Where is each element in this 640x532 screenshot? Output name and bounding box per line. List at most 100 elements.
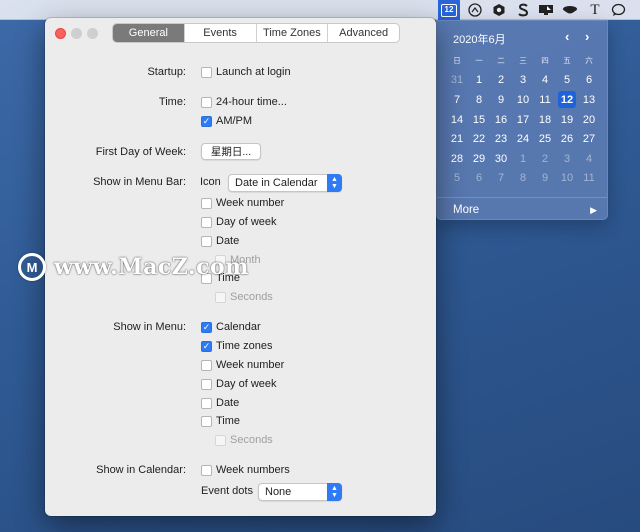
calendar-day[interactable]: 3 — [512, 71, 534, 91]
checkbox-box[interactable] — [201, 216, 212, 228]
event-dots-select[interactable]: None ▲ ▼ — [258, 483, 342, 501]
calendar-day[interactable]: 27 — [578, 129, 600, 149]
menubar-calendar-icon[interactable]: 12 — [438, 0, 460, 20]
calendar-day[interactable]: 15 — [468, 110, 490, 130]
calendar-day[interactable]: 14 — [446, 110, 468, 130]
checkbox-box[interactable] — [201, 415, 212, 427]
calendar-day[interactable]: 8 — [512, 169, 534, 189]
calendar-day[interactable]: 29 — [468, 149, 490, 169]
icon-style-select[interactable]: Date in Calendar ▲ ▼ — [228, 174, 342, 192]
calendar-day[interactable]: 25 — [534, 129, 556, 149]
checkbox-box[interactable] — [201, 321, 212, 333]
calendar-day[interactable]: 30 — [490, 149, 512, 169]
calendar-day[interactable]: 1 — [468, 71, 490, 91]
checkbox-label: Date — [216, 235, 240, 247]
calendar-day[interactable]: 3 — [556, 149, 578, 169]
tab-advanced[interactable]: Advanced — [328, 24, 399, 42]
calendar-day[interactable]: 2 — [490, 71, 512, 91]
prev-month-button[interactable]: ‹ — [565, 29, 569, 44]
more-menu-item[interactable]: More — [453, 204, 479, 216]
calendar-dropdown: 2020年6月 ‹ › 日一二三四五六 31 1 2 3 4 5 6 7 8 9 10 11 12 13 14… — [436, 20, 608, 220]
zoom-button[interactable] — [87, 28, 98, 39]
calendar-day[interactable]: 26 — [556, 129, 578, 149]
checkbox-box[interactable] — [201, 235, 212, 247]
checkbox-box[interactable] — [201, 397, 212, 409]
show-in-calendar-label: Show in Calendar: — [96, 464, 186, 476]
first-day-of-week-button[interactable]: 星期日... — [201, 143, 261, 160]
calendar-day[interactable]: 28 — [446, 149, 468, 169]
s-app-icon[interactable] — [514, 2, 532, 18]
calendar-day[interactable]: 9 — [534, 169, 556, 189]
calendar-day[interactable]: 17 — [512, 110, 534, 130]
day-number: 7 — [497, 172, 505, 185]
calendar-day[interactable]: 7 — [490, 169, 512, 189]
day-number: 17 — [516, 113, 530, 126]
calendar-day[interactable]: 1 — [512, 149, 534, 169]
checkbox-box[interactable] — [201, 66, 212, 78]
tab-general[interactable]: General — [113, 24, 185, 42]
checkbox-box[interactable] — [201, 96, 212, 108]
checkbox-box[interactable] — [201, 359, 212, 371]
cup-icon[interactable] — [561, 2, 579, 18]
calendar-day[interactable]: 18 — [534, 110, 556, 130]
calendar-day[interactable]: 9 — [490, 90, 512, 110]
checkbox-box[interactable] — [201, 197, 212, 209]
calendar-day[interactable]: 22 — [468, 129, 490, 149]
calendar-day[interactable]: 11 — [534, 90, 556, 110]
calendar-day[interactable]: 10 — [556, 169, 578, 189]
text-icon[interactable]: T — [586, 2, 604, 18]
menu-calendar-checkbox[interactable]: Calendar — [201, 321, 261, 333]
event-dots-label: Event dots — [201, 485, 253, 497]
calendar-day[interactable]: 23 — [490, 129, 512, 149]
calendar-day[interactable]: 19 — [556, 110, 578, 130]
calendar-day[interactable]: 31 — [446, 71, 468, 91]
chat-bubble-icon[interactable] — [609, 2, 627, 18]
menu-time-checkbox[interactable]: Time — [201, 415, 240, 427]
calendar-day-today[interactable]: 12 — [556, 90, 578, 110]
calendar-day[interactable]: 10 — [512, 90, 534, 110]
checkbox-box[interactable] — [201, 378, 212, 390]
calendar-day[interactable]: 5 — [446, 169, 468, 189]
menubar-week-number-checkbox[interactable]: Week number — [201, 197, 284, 209]
calendar-day[interactable]: 20 — [578, 110, 600, 130]
launch-at-login-checkbox[interactable]: Launch at login — [201, 66, 291, 78]
menu-time-zones-checkbox[interactable]: Time zones — [201, 340, 272, 352]
calendar-day[interactable]: 6 — [578, 71, 600, 91]
day-number: 20 — [582, 113, 596, 126]
display-icon[interactable] — [537, 2, 555, 18]
ampm-checkbox[interactable]: AM/PM — [201, 115, 252, 127]
checkbox-box[interactable] — [201, 464, 212, 476]
calendar-day[interactable]: 4 — [534, 71, 556, 91]
menu-week-number-checkbox[interactable]: Week number — [201, 359, 284, 371]
tab-time-zones[interactable]: Time Zones — [257, 24, 329, 42]
calendar-day[interactable]: 24 — [512, 129, 534, 149]
minimize-button[interactable] — [71, 28, 82, 39]
calendar-day[interactable]: 11 — [578, 169, 600, 189]
checkbox-label: AM/PM — [216, 115, 253, 127]
calendar-day[interactable]: 7 — [446, 90, 468, 110]
close-button[interactable] — [55, 28, 66, 39]
calendar-week-numbers-checkbox[interactable]: Week numbers — [201, 464, 290, 476]
menu-date-checkbox[interactable]: Date — [201, 397, 239, 409]
menubar-day-of-week-checkbox[interactable]: Day of week — [201, 216, 277, 228]
menubar-date-checkbox[interactable]: Date — [201, 235, 239, 247]
24-hour-time-checkbox[interactable]: 24-hour time... — [201, 96, 287, 108]
icon-label: Icon — [200, 176, 221, 188]
calendar-day[interactable]: 4 — [578, 149, 600, 169]
calendar-day[interactable]: 6 — [468, 169, 490, 189]
calendar-day[interactable]: 13 — [578, 90, 600, 110]
calendar-day[interactable]: 5 — [556, 71, 578, 91]
hexagon-icon[interactable] — [490, 2, 508, 18]
next-month-button[interactable]: › — [585, 29, 589, 44]
checkbox-box[interactable] — [201, 115, 212, 127]
day-number: 23 — [494, 133, 508, 146]
calendar-day[interactable]: 21 — [446, 129, 468, 149]
checkbox-box[interactable] — [201, 340, 212, 352]
menu-seconds-checkbox: Seconds — [215, 434, 273, 446]
menu-day-of-week-checkbox[interactable]: Day of week — [201, 378, 277, 390]
tab-events[interactable]: Events — [185, 24, 257, 42]
calendar-day[interactable]: 8 — [468, 90, 490, 110]
calendar-day[interactable]: 16 — [490, 110, 512, 130]
gauge-icon[interactable] — [466, 2, 484, 18]
calendar-day[interactable]: 2 — [534, 149, 556, 169]
